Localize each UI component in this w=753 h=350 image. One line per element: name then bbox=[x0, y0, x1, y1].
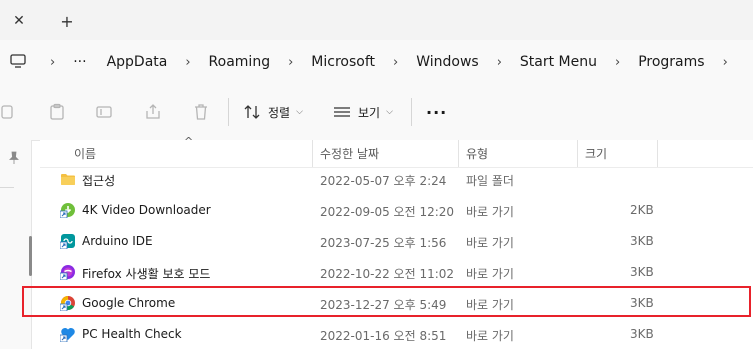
file-name: PC Health Check bbox=[82, 327, 182, 341]
chevron-right-icon[interactable]: › bbox=[276, 55, 305, 70]
copy-icon[interactable] bbox=[0, 103, 16, 121]
breadcrumb-item-start-menu[interactable]: Start Menu bbox=[514, 54, 603, 70]
view-icon bbox=[334, 107, 350, 117]
column-divider[interactable] bbox=[312, 140, 313, 167]
file-modified: 2022-10-22 오전 11:02 bbox=[320, 267, 455, 281]
paste-icon[interactable] bbox=[48, 103, 66, 121]
address-bar: › ··· AppData › Roaming › Microsoft › Wi… bbox=[0, 40, 753, 85]
file-row[interactable]: Arduino IDE 2023-07-25 오후 1:56 바로 가기 3KB bbox=[40, 226, 753, 257]
file-row[interactable]: PC Health Check 2022-01-16 오전 8:51 바로 가기… bbox=[40, 319, 753, 350]
delete-icon[interactable] bbox=[192, 103, 210, 121]
file-type: 파일 폴더 bbox=[466, 174, 514, 188]
nav-scrollbar[interactable] bbox=[29, 236, 32, 276]
nav-divider bbox=[0, 187, 14, 188]
chevron-down-icon: ⌵ bbox=[386, 107, 393, 117]
chevron-right-icon[interactable]: › bbox=[603, 55, 632, 70]
file-size: 2KB bbox=[630, 203, 654, 217]
view-button[interactable]: 보기 ⌵ bbox=[333, 100, 393, 124]
highlight-box bbox=[22, 286, 751, 317]
command-bar: 정렬 ⌵ 보기 ⌵ ··· bbox=[0, 84, 753, 141]
file-size: 3KB bbox=[630, 327, 654, 341]
file-size: 3KB bbox=[630, 234, 654, 248]
column-header-type[interactable]: 유형 bbox=[466, 145, 488, 162]
chevron-right-icon[interactable]: › bbox=[711, 55, 740, 70]
file-modified: 2022-01-16 오전 8:51 bbox=[320, 329, 447, 343]
column-header-modified[interactable]: 수정한 날짜 bbox=[320, 145, 379, 162]
file-modified: 2023-07-25 오후 1:56 bbox=[320, 236, 447, 250]
breadcrumb-item-programs[interactable]: Programs bbox=[632, 54, 710, 70]
sort-icon bbox=[244, 105, 260, 119]
file-name: 4K Video Downloader bbox=[82, 203, 211, 217]
sort-button[interactable]: 정렬 ⌵ bbox=[243, 100, 303, 124]
arduino-icon bbox=[60, 234, 75, 249]
tab-bar: ✕ + bbox=[0, 0, 753, 40]
chevron-right-icon[interactable]: › bbox=[381, 55, 410, 70]
column-header-size[interactable]: 크기 bbox=[585, 145, 607, 162]
file-size: 3KB bbox=[630, 265, 654, 279]
file-row[interactable]: Firefox 사생활 보호 모드 2022-10-22 오전 11:02 바로… bbox=[40, 257, 753, 288]
file-name: Firefox 사생활 보호 모드 bbox=[82, 267, 211, 281]
file-type: 바로 가기 bbox=[466, 267, 514, 281]
toolbar-divider bbox=[411, 98, 412, 126]
file-modified: 2022-05-07 오후 2:24 bbox=[320, 174, 447, 188]
share-icon[interactable] bbox=[144, 103, 162, 121]
column-divider[interactable] bbox=[657, 140, 658, 167]
sort-label: 정렬 bbox=[268, 105, 291, 120]
more-options-button[interactable]: ··· bbox=[426, 100, 447, 124]
file-name: 접근성 bbox=[82, 174, 116, 188]
column-header-name[interactable]: 이름 bbox=[74, 145, 96, 162]
sort-ascending-indicator: ^ bbox=[184, 135, 194, 148]
breadcrumb-item-roaming[interactable]: Roaming bbox=[203, 54, 277, 70]
4k-video-downloader-icon bbox=[60, 203, 75, 218]
column-divider[interactable] bbox=[458, 140, 459, 167]
chevron-right-icon[interactable]: › bbox=[173, 55, 202, 70]
breadcrumb-item-windows[interactable]: Windows bbox=[410, 54, 485, 70]
pc-health-check-icon bbox=[60, 328, 75, 342]
file-list: ^ 이름 수정한 날짜 유형 크기 접근성 2022-05-07 오후 2:24… bbox=[40, 135, 753, 350]
this-pc-icon[interactable] bbox=[10, 53, 26, 69]
toolbar-divider bbox=[228, 98, 229, 126]
pin-icon[interactable] bbox=[7, 151, 21, 165]
file-row[interactable]: 접근성 2022-05-07 오후 2:24 파일 폴더 bbox=[40, 164, 753, 195]
chevron-down-icon: ⌵ bbox=[296, 107, 303, 117]
chevron-right-icon[interactable]: › bbox=[485, 55, 514, 70]
close-tab-button[interactable]: ✕ bbox=[8, 10, 30, 32]
column-divider[interactable] bbox=[577, 140, 578, 167]
breadcrumb-overflow-button[interactable]: ··· bbox=[67, 54, 92, 70]
file-type: 바로 가기 bbox=[466, 236, 514, 250]
breadcrumb-item-appdata[interactable]: AppData bbox=[101, 54, 174, 70]
file-row[interactable]: 4K Video Downloader 2022-09-05 오전 12:20 … bbox=[40, 195, 753, 226]
navigation-pane bbox=[0, 140, 32, 349]
file-type: 바로 가기 bbox=[466, 205, 514, 219]
file-type: 바로 가기 bbox=[466, 329, 514, 343]
new-tab-button[interactable]: + bbox=[56, 10, 78, 32]
firefox-private-icon bbox=[60, 265, 75, 280]
view-label: 보기 bbox=[358, 105, 381, 120]
breadcrumb-item-microsoft[interactable]: Microsoft bbox=[305, 54, 381, 70]
chevron-right-icon[interactable]: › bbox=[38, 55, 67, 70]
folder-icon bbox=[61, 174, 75, 185]
file-name: Arduino IDE bbox=[82, 234, 153, 248]
rename-icon[interactable] bbox=[95, 103, 113, 121]
file-modified: 2022-09-05 오전 12:20 bbox=[320, 205, 455, 219]
breadcrumb: › ··· AppData › Roaming › Microsoft › Wi… bbox=[38, 40, 740, 84]
